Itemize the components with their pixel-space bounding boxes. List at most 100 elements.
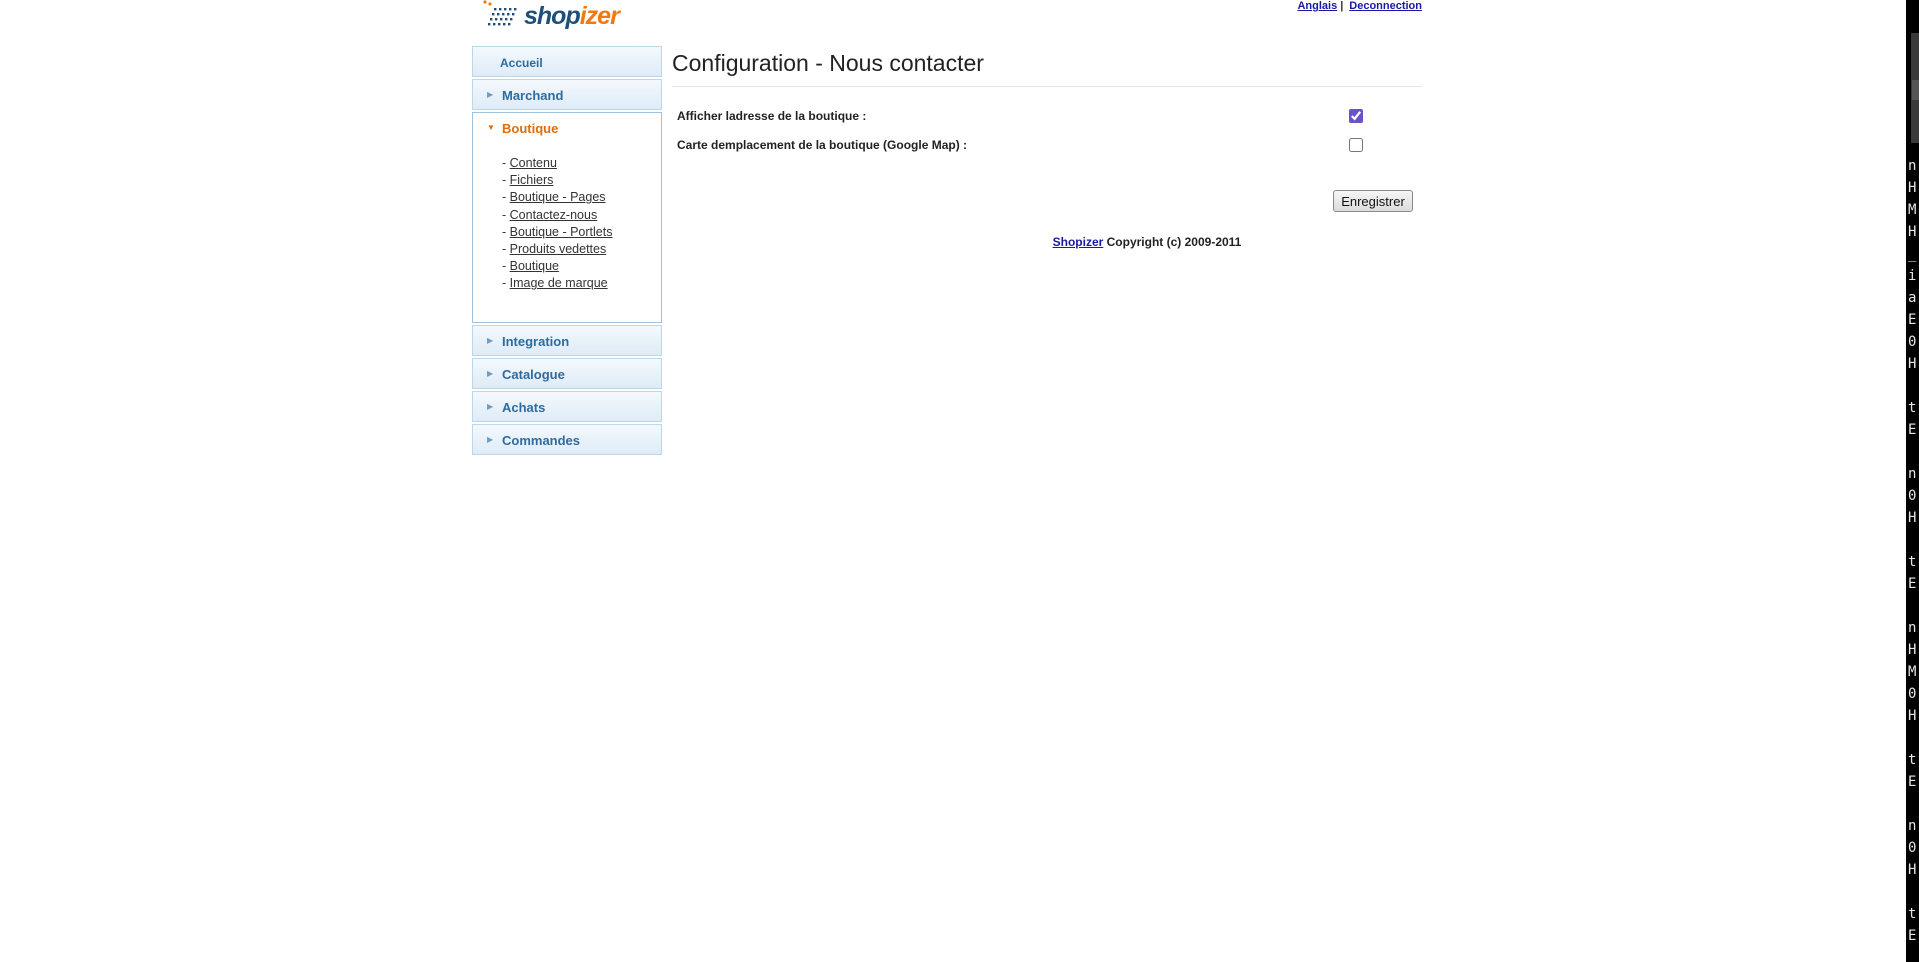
terminal-char: E [1908,774,1917,790]
list-item: - Fichiers [502,172,661,189]
sidebar-accordion: Accueil ▶ Marchand ▼ Boutique - Contenu … [472,46,662,457]
terminal-char [1908,595,1919,617]
link-contenu[interactable]: Contenu [510,156,557,170]
list-item: - Image de marque [502,275,661,292]
terminal-char: H [1908,224,1917,240]
footer-shopizer-link[interactable]: Shopizer [1053,235,1104,249]
item-prefix: - [502,276,510,291]
terminal-char: M [1908,664,1917,680]
sidebar-item-boutique[interactable]: ▼ Boutique [472,112,662,143]
terminal-char: H [1908,180,1917,196]
terminal-char: H [1908,356,1917,372]
terminal-char: H [1908,510,1917,526]
sidebar-item-label: Marchand [502,88,564,103]
terminal-char: 0 [1908,840,1917,856]
terminal-char: E [1908,312,1917,328]
footer: Shopizer Copyright (c) 2009-2011 [672,235,1622,249]
link-boutique-pages[interactable]: Boutique - Pages [510,190,606,204]
terminal-char [1908,727,1919,749]
caret-right-icon: ▶ [487,435,494,444]
terminal-char: n [1908,620,1917,636]
sidebar-item-label: Boutique [502,121,559,136]
show-address-label: Afficher ladresse de la boutique : [677,109,867,123]
terminal-char: H [1908,708,1917,724]
terminal-char [1908,441,1919,463]
terminal-char: i [1908,268,1917,284]
link-contactez-nous[interactable]: Contactez-nous [510,208,598,222]
sidebar-item-catalogue[interactable]: ▶ Catalogue [472,358,662,389]
title-divider [672,86,1422,87]
terminal-char [1908,793,1919,815]
logo-text-izer: izer [579,2,620,30]
shopizer-logo: shopizer [482,0,622,34]
save-button[interactable]: Enregistrer [1333,190,1413,212]
terminal-char: H [1908,642,1917,658]
item-prefix: - [502,259,510,274]
logo-wordmark: shopizer [524,2,620,31]
show-address-row: Afficher ladresse de la boutique : [677,109,1417,123]
terminal-char [1908,375,1919,397]
terminal-char: a [1908,290,1917,306]
item-prefix: - [502,224,510,239]
sidebar-item-label: Achats [502,400,546,415]
item-prefix: - [502,207,510,222]
terminal-char: n [1908,818,1917,834]
sidebar-item-commandes[interactable]: ▶ Commandes [472,424,662,455]
item-prefix: - [502,242,510,257]
boutique-panel: - Contenu - Fichiers - Boutique - Pages … [472,143,662,323]
footer-copyright: Copyright (c) 2009-2011 [1103,235,1242,249]
caret-right-icon: ▶ [487,402,494,411]
terminal-char: t [1908,752,1917,768]
sidebar-item-integration[interactable]: ▶ Integration [472,325,662,356]
sidebar-item-label: Commandes [502,433,581,448]
caret-right-icon: ▶ [487,90,494,99]
terminal-text: n H M H _ i a E 0 Ht En 0 Ht En H M 0 Ht En 0 Ht E [1908,155,1919,947]
sidebar-item-marchand[interactable]: ▶ Marchand [472,79,662,110]
item-prefix: - [502,173,510,188]
list-item: - Boutique [502,258,661,275]
caret-down-icon: ▼ [487,123,495,132]
terminal-char: _ [1908,246,1917,262]
boutique-links-list: - Contenu - Fichiers - Boutique - Pages … [473,155,661,293]
sidebar-item-label: Integration [502,334,570,349]
terminal-char: 0 [1908,334,1917,350]
sidebar-item-accueil[interactable]: Accueil [472,46,662,77]
logo-dots-icon [483,0,517,26]
item-prefix: - [502,190,510,205]
adjacent-terminal-strip: n H M H _ i a E 0 Ht En 0 Ht En H M 0 Ht En 0 Ht E [1906,0,1919,962]
item-prefix: - [502,156,510,170]
scrollbar-thumb[interactable] [1912,80,1919,100]
sidebar-item-achats[interactable]: ▶ Achats [472,391,662,422]
terminal-char: M [1908,202,1917,218]
link-boutique[interactable]: Boutique [510,259,559,273]
logo-text-shop: shop [524,2,581,30]
google-map-checkbox[interactable] [1349,138,1363,152]
page-title: Configuration - Nous contacter [672,50,984,76]
sidebar-item-label: Accueil [500,56,543,70]
show-address-checkbox[interactable] [1349,109,1363,123]
terminal-char: t [1908,906,1917,922]
sidebar-item-label: Catalogue [502,367,565,382]
caret-right-icon: ▶ [487,336,494,345]
terminal-char: 0 [1908,686,1917,702]
top-links: Anglais | Deconnection [1297,0,1422,12]
caret-right-icon: ▶ [487,369,494,378]
logout-link[interactable]: Deconnection [1349,0,1422,12]
link-fichiers[interactable]: Fichiers [510,173,554,187]
language-link[interactable]: Anglais [1297,0,1337,12]
link-image-de-marque[interactable]: Image de marque [510,276,608,290]
google-map-label: Carte demplacement de la boutique (Googl… [677,138,968,152]
terminal-char: 0 [1908,488,1917,504]
terminal-char: E [1908,928,1917,944]
list-item: - Contenu [502,155,661,172]
terminal-char [1908,881,1919,903]
google-map-row: Carte demplacement de la boutique (Googl… [677,138,1417,152]
list-item: - Produits vedettes [502,241,661,258]
link-boutique-portlets[interactable]: Boutique - Portlets [510,225,613,239]
terminal-char: n [1908,466,1917,482]
terminal-char: H [1908,862,1917,878]
link-produits-vedettes[interactable]: Produits vedettes [510,242,607,256]
list-item: - Boutique - Portlets [502,224,661,241]
terminal-char [1908,529,1919,551]
list-item: - Contactez-nous [502,207,661,224]
